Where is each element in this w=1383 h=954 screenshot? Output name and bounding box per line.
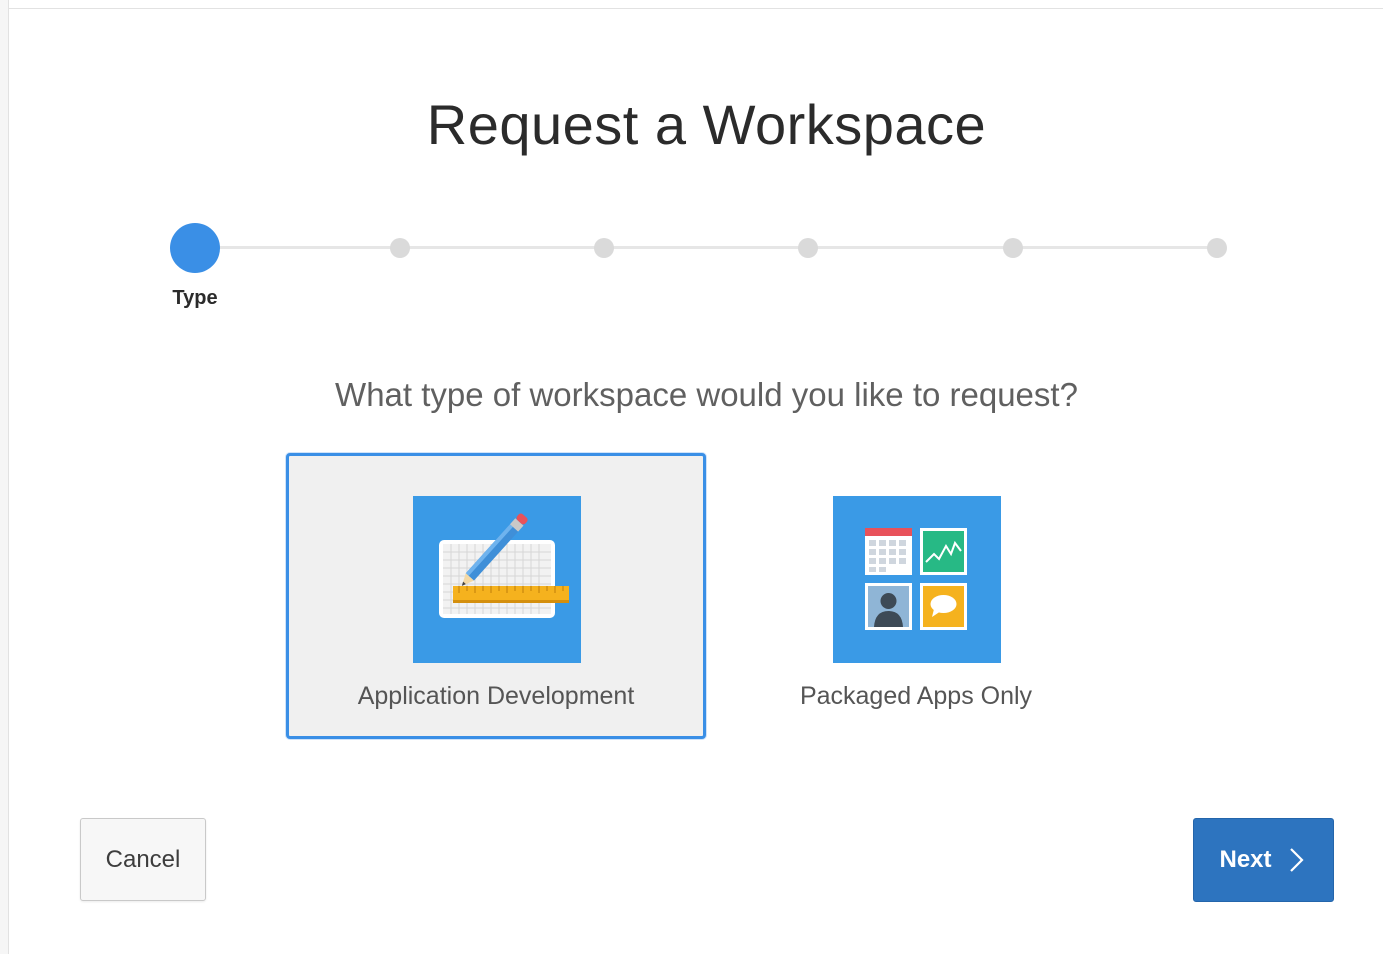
cancel-button[interactable]: Cancel bbox=[80, 818, 206, 901]
option-label: Application Development bbox=[357, 682, 635, 710]
option-application-development[interactable]: Application Development bbox=[286, 453, 706, 739]
chevron-right-icon bbox=[1284, 845, 1308, 875]
wizard-step-5 bbox=[1003, 238, 1023, 258]
wizard-step-3 bbox=[594, 238, 614, 258]
ruler-pencil-grid-icon bbox=[413, 496, 581, 663]
workspace-type-question: What type of workspace would you like to… bbox=[335, 376, 1078, 413]
wizard-step-6 bbox=[1207, 238, 1227, 258]
cancel-button-label: Cancel bbox=[105, 845, 181, 873]
wizard-step-2 bbox=[390, 238, 410, 258]
wizard-step-4 bbox=[798, 238, 818, 258]
next-button-label: Next bbox=[1219, 846, 1272, 873]
page-title: Request a Workspace bbox=[426, 93, 987, 156]
window-top-edge bbox=[8, 8, 1383, 9]
option-packaged-apps-only[interactable]: Packaged Apps Only bbox=[706, 453, 1126, 739]
wizard-step-label: Type bbox=[172, 287, 218, 309]
wizard-step-1-current bbox=[170, 223, 220, 273]
wizard-track bbox=[195, 246, 1217, 249]
app-tiles-icon bbox=[833, 496, 1001, 663]
request-workspace-page: Request a Workspace Type What type of wo… bbox=[0, 0, 1383, 954]
next-button[interactable]: Next bbox=[1193, 818, 1334, 902]
option-label: Packaged Apps Only bbox=[799, 682, 1033, 710]
